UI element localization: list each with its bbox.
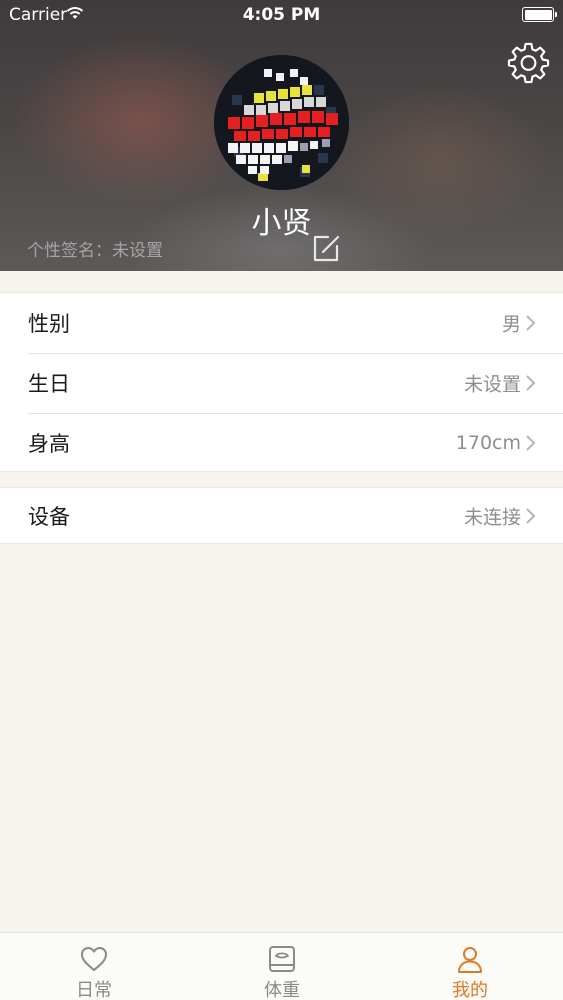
edit-icon[interactable]: [311, 233, 341, 263]
tab-weight[interactable]: 体重: [188, 933, 376, 1000]
birthday-value: 未设置: [463, 373, 521, 396]
chevron-right-icon: [526, 435, 536, 451]
tab-bar: 日常 体重 我的: [0, 932, 563, 1000]
tab-mine-label: 我的: [452, 980, 488, 1000]
device-row[interactable]: 设备 未连接: [0, 488, 563, 544]
height-value: 170cm: [455, 432, 521, 454]
birthday-row[interactable]: 生日 未设置: [0, 353, 563, 413]
profile-header: Carrier 4:05 PM 小贤 个性签名：未设置: [0, 0, 563, 271]
tab-weight-label: 体重: [264, 980, 300, 1000]
gender-row[interactable]: 性别 男: [0, 293, 563, 353]
device-list: 设备 未连接: [0, 487, 563, 544]
gear-icon[interactable]: [507, 41, 550, 84]
height-label: 身高: [28, 432, 70, 456]
birthday-label: 生日: [28, 372, 70, 396]
gender-value: 男: [501, 313, 521, 336]
chevron-right-icon: [526, 508, 536, 524]
gender-label: 性别: [28, 312, 70, 336]
profile-info-list: 性别 男 生日 未设置 身高 170cm: [0, 292, 563, 472]
tab-mine[interactable]: 我的: [376, 933, 563, 1000]
tab-daily-label: 日常: [76, 980, 112, 1000]
battery-icon: [522, 7, 557, 22]
signature-text[interactable]: 个性签名：未设置: [27, 236, 163, 261]
height-row[interactable]: 身高 170cm: [0, 413, 563, 473]
scale-icon: [269, 946, 295, 972]
chevron-right-icon: [526, 375, 536, 391]
avatar[interactable]: [214, 55, 349, 190]
chevron-right-icon: [526, 315, 536, 331]
heart-icon: [81, 947, 107, 971]
device-label: 设备: [28, 505, 70, 529]
status-time: 4:05 PM: [242, 5, 321, 25]
status-bar: Carrier 4:05 PM: [0, 0, 563, 30]
device-value: 未连接: [463, 506, 521, 529]
avatar-image: [214, 55, 349, 190]
tab-daily[interactable]: 日常: [0, 933, 188, 1000]
person-icon: [458, 947, 482, 973]
